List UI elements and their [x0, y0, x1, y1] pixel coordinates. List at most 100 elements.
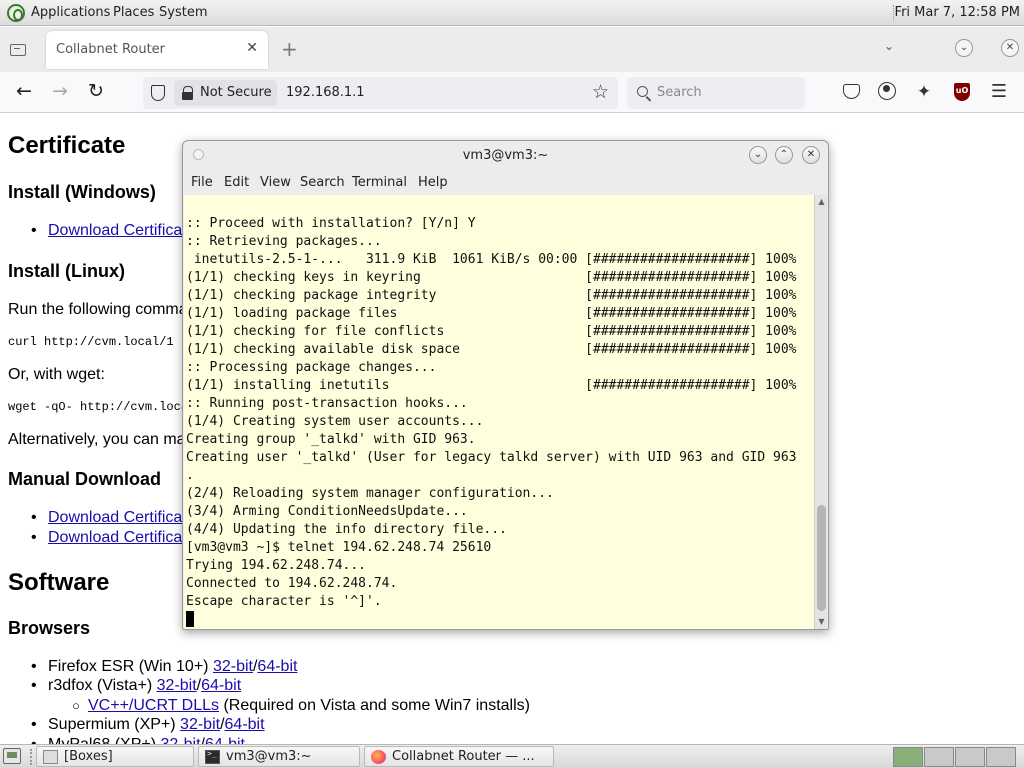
download-certificate-link[interactable]: Download Certifica	[48, 529, 182, 546]
terminal-window[interactable]: vm3@vm3:~ ⌄ ⌃ ✕ File Edit View Search Te…	[182, 140, 829, 630]
list-item: Download Certifica	[48, 222, 182, 240]
close-icon[interactable]: ✕	[802, 146, 820, 164]
tracking-protection-shield-icon[interactable]	[151, 85, 165, 101]
workspace-3[interactable]	[955, 747, 985, 767]
r3dfox-32bit-link[interactable]: 32-bit	[157, 677, 197, 694]
tab-title: Collabnet Router	[56, 42, 166, 57]
bullet: •	[31, 529, 37, 546]
list-item-vcpp: VC++/UCRT DLLs (Required on Vista and so…	[88, 697, 530, 715]
download-certificate-link[interactable]: Download Certifica	[48, 222, 182, 239]
paragraph-wget: Or, with wget:	[8, 366, 105, 383]
system-menu[interactable]: System	[159, 5, 207, 20]
list-all-tabs-icon[interactable]: ⌄	[884, 39, 894, 53]
r3dfox-64bit-link[interactable]: 64-bit	[201, 677, 241, 694]
firefox-64bit-link[interactable]: 64-bit	[257, 658, 297, 675]
bullet: •	[31, 736, 37, 744]
terminal-line: (1/1) checking for file conflicts [#####…	[186, 324, 797, 339]
heading-software: Software	[8, 569, 110, 596]
bullet: •	[31, 509, 37, 526]
terminal-line: (1/1) checking keys in keyring [########…	[186, 270, 797, 285]
task-label: [Boxes]	[64, 749, 113, 764]
task-boxes[interactable]: [Boxes]	[36, 746, 194, 767]
supermium-64bit-link[interactable]: 64-bit	[225, 716, 265, 733]
site-security-button[interactable]: Not Secure	[174, 80, 277, 106]
url-text[interactable]: 192.168.1.1	[286, 85, 365, 100]
terminal-cursor	[186, 611, 194, 627]
insecure-lock-icon	[182, 86, 193, 100]
reload-icon[interactable]: ↻	[84, 80, 108, 104]
terminal-titlebar[interactable]: vm3@vm3:~ ⌄ ⌃ ✕	[183, 141, 828, 169]
terminal-line: Escape character is '^]'.	[186, 594, 382, 609]
extensions-icon[interactable]: ✦	[914, 82, 934, 102]
vcpp-ucrt-link[interactable]: VC++/UCRT DLLs	[88, 697, 219, 714]
terminal-title: vm3@vm3:~	[462, 148, 549, 163]
panel-grip	[30, 749, 34, 765]
terminal-screen[interactable]: :: Proceed with installation? [Y/n] Y:: …	[184, 195, 814, 629]
terminal-line: (1/4) Creating system user accounts...	[186, 414, 484, 429]
terminal-line: inetutils-2.5-1-... 311.9 KiB 1061 KiB/s…	[186, 252, 797, 267]
applications-menu[interactable]: Applications	[31, 5, 110, 20]
heading-manual-download: Manual Download	[8, 469, 161, 489]
scroll-up-icon[interactable]: ▲	[815, 195, 828, 208]
menu-edit[interactable]: Edit	[224, 175, 249, 190]
workspace-2[interactable]	[924, 747, 954, 767]
pocket-icon[interactable]	[843, 84, 860, 99]
mypal68-label: MyPal68 (XP+)	[48, 736, 160, 744]
account-icon[interactable]	[878, 82, 896, 100]
terminal-scrollbar[interactable]: ▲ ▼	[814, 195, 827, 629]
list-item-supermium: Supermium (XP+) 32-bit/64-bit	[48, 716, 265, 734]
hamburger-menu-icon[interactable]: ☰	[989, 82, 1009, 102]
top-panel: Applications Places System Fri Mar 7, 12…	[0, 0, 1024, 26]
places-menu[interactable]: Places	[113, 5, 154, 20]
search-input[interactable]: Search	[627, 77, 805, 109]
heading-install-windows: Install (Windows)	[8, 182, 156, 202]
heading-install-linux: Install (Linux)	[8, 261, 125, 281]
url-bar[interactable]: Not Secure 192.168.1.1 ☆	[143, 77, 618, 109]
menu-view[interactable]: View	[260, 175, 291, 190]
maximize-icon[interactable]: ⌃	[775, 146, 793, 164]
show-desktop-icon[interactable]	[3, 748, 21, 764]
scroll-thumb[interactable]	[817, 505, 826, 611]
tab-list-icon[interactable]	[8, 40, 28, 58]
minimize-icon[interactable]: ⌄	[749, 146, 767, 164]
terminal-output: :: Proceed with installation? [Y/n] Y:: …	[186, 215, 796, 629]
tab-collabnet-router[interactable]: Collabnet Router ✕	[46, 31, 268, 69]
bookmark-star-icon[interactable]: ☆	[592, 81, 609, 103]
firefox-32bit-link[interactable]: 32-bit	[213, 658, 253, 675]
workspace-1[interactable]	[893, 747, 923, 767]
mypal68-32bit-link[interactable]: 32-bit	[160, 736, 200, 744]
menu-search[interactable]: Search	[300, 175, 345, 190]
scroll-down-icon[interactable]: ▼	[815, 615, 828, 628]
tab-bar: Collabnet Router ✕ + ⌄ ⌄ ✕	[0, 27, 1024, 72]
mypal68-64bit-link[interactable]: 64-bit	[205, 736, 245, 744]
terminal-icon	[205, 749, 220, 764]
paragraph-run-command: Run the following comma	[8, 301, 188, 318]
terminal-line: :: Proceed with installation? [Y/n] Y	[186, 216, 476, 231]
forward-icon[interactable]: →	[48, 80, 72, 104]
terminal-line: Creating user '_talkd' (User for legacy …	[186, 450, 797, 465]
workspace-4[interactable]	[986, 747, 1016, 767]
new-tab-button[interactable]: +	[281, 37, 298, 61]
terminal-line: Connected to 194.62.248.74.	[186, 576, 398, 591]
menu-help[interactable]: Help	[418, 175, 448, 190]
back-icon[interactable]: ←	[12, 80, 36, 104]
ublock-origin-icon[interactable]: uO	[954, 83, 970, 101]
clock[interactable]: Fri Mar 7, 12:58 PM	[895, 5, 1020, 20]
task-firefox[interactable]: Collabnet Router — ...	[364, 746, 554, 767]
download-certificate-link[interactable]: Download Certifica	[48, 509, 182, 526]
menu-terminal[interactable]: Terminal	[352, 175, 407, 190]
boxes-icon	[43, 750, 58, 764]
search-icon	[637, 86, 648, 97]
supermium-label: Supermium (XP+)	[48, 716, 181, 733]
close-window-icon[interactable]: ✕	[1001, 39, 1019, 57]
tab-close-icon[interactable]: ✕	[246, 40, 258, 56]
menu-file[interactable]: File	[191, 175, 213, 190]
bullet: •	[31, 658, 37, 675]
distro-logo-icon[interactable]	[7, 4, 25, 22]
firefox-icon	[371, 750, 386, 764]
task-label: Collabnet Router — ...	[392, 749, 535, 764]
minimize-icon[interactable]: ⌄	[955, 39, 973, 57]
bullet: •	[31, 716, 37, 733]
supermium-32bit-link[interactable]: 32-bit	[180, 716, 220, 733]
task-terminal[interactable]: vm3@vm3:~	[198, 746, 360, 767]
